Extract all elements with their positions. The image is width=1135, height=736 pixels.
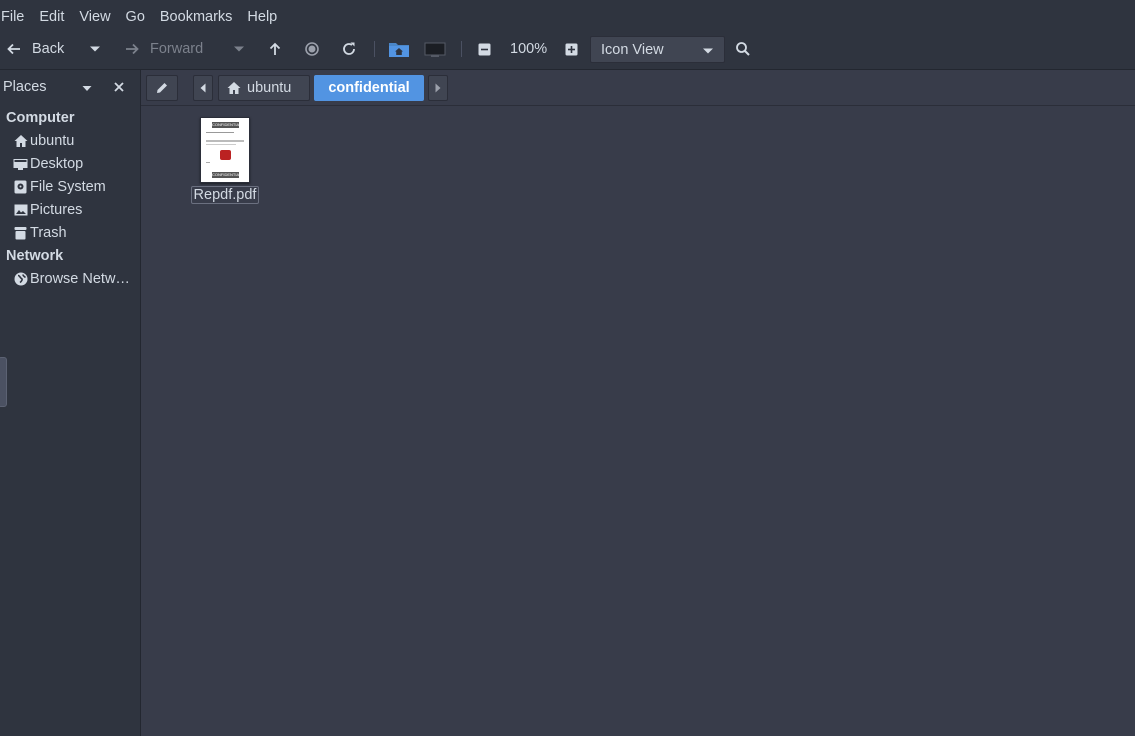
desktop-icon <box>13 157 28 172</box>
toolbar-separator <box>374 41 375 57</box>
thumb-footer: CONFIDENTIAL <box>212 172 239 178</box>
stop-icon <box>305 42 319 56</box>
sidebar-item-desktop[interactable]: Desktop <box>13 154 83 174</box>
caret-down-icon <box>90 46 100 52</box>
reload-button[interactable] <box>341 34 357 64</box>
stop-button[interactable] <box>304 34 320 64</box>
pictures-icon <box>13 203 28 218</box>
menu-view[interactable]: View <box>79 9 117 25</box>
computer-icon <box>424 42 446 57</box>
file-item[interactable]: CONFIDENTIAL CONFIDENTIAL Repdf.pdf <box>189 117 261 204</box>
sidebar-item-browse-network[interactable]: Browse Netw… <box>13 269 130 289</box>
menu-go[interactable]: Go <box>126 9 152 25</box>
computer-button[interactable] <box>424 34 446 64</box>
breadcrumb-scroll-right[interactable] <box>428 75 448 101</box>
breadcrumb-confidential[interactable]: confidential <box>314 75 424 101</box>
close-icon[interactable] <box>113 81 125 93</box>
menubar: File Edit View Go Bookmarks Help <box>0 0 1135 34</box>
reload-icon <box>343 42 355 55</box>
menu-file[interactable]: File <box>0 9 31 25</box>
sidebar-item-pictures[interactable]: Pictures <box>13 200 82 220</box>
zoom-in-icon <box>565 43 578 55</box>
thumb-line <box>206 132 234 133</box>
arrow-left-icon <box>7 43 20 55</box>
home-icon <box>227 82 241 94</box>
toolbar: Back Forward 100% Icon View <box>0 34 1135 70</box>
home-folder-button[interactable] <box>388 34 410 64</box>
sidebar-item-label: Desktop <box>30 156 84 172</box>
sidebar-item-trash[interactable]: Trash <box>13 223 67 243</box>
up-button[interactable] <box>267 34 283 64</box>
menu-edit[interactable]: Edit <box>39 9 71 25</box>
sidebar-item-label: Trash <box>30 225 67 241</box>
zoom-level[interactable]: 100% <box>510 34 547 64</box>
breadcrumb-label: confidential <box>328 80 410 96</box>
back-button[interactable]: Back <box>6 34 64 64</box>
sidebar-item-file-system[interactable]: File System <box>13 177 106 197</box>
pane-resize-handle[interactable] <box>0 357 7 407</box>
sidebar-item-label: ubuntu <box>30 133 75 149</box>
home-icon <box>13 134 28 149</box>
thumb-header: CONFIDENTIAL <box>212 122 239 128</box>
view-mode-label: Icon View <box>601 41 664 58</box>
edit-location-button[interactable] <box>146 75 178 101</box>
breadcrumb-ubuntu[interactable]: ubuntu <box>218 75 310 101</box>
computer-heading: Computer <box>6 110 75 126</box>
zoom-in-button[interactable] <box>565 34 578 64</box>
forward-history-dropdown[interactable] <box>233 34 245 64</box>
back-label: Back <box>32 41 65 57</box>
chevron-down-icon <box>703 48 713 54</box>
search-icon <box>736 42 750 56</box>
places-dropdown-icon[interactable] <box>82 85 92 92</box>
zoom-out-icon <box>478 43 491 55</box>
pdf-thumbnail: CONFIDENTIAL CONFIDENTIAL <box>200 117 250 183</box>
thumb-line <box>206 140 244 142</box>
arrow-up-icon <box>269 42 281 55</box>
drive-icon <box>13 180 28 195</box>
network-heading: Network <box>6 248 64 264</box>
places-header: Places <box>0 70 141 106</box>
pencil-icon <box>157 83 167 93</box>
toolbar-separator <box>461 41 462 57</box>
sidebar-item-label: File System <box>30 179 106 195</box>
breadcrumb-label: ubuntu <box>247 80 292 96</box>
sidebar-item-ubuntu[interactable]: ubuntu <box>13 131 74 151</box>
places-title[interactable]: Places <box>3 79 47 95</box>
arrow-right-icon <box>126 43 139 55</box>
sidebar-item-label: Browse Netw… <box>30 271 130 287</box>
location-bar: ubuntu confidential <box>141 70 1135 106</box>
home-folder-icon <box>389 43 409 57</box>
search-button[interactable] <box>735 34 751 64</box>
network-icon <box>13 272 28 287</box>
thumb-image <box>220 150 231 160</box>
forward-button[interactable]: Forward <box>124 34 203 64</box>
menu-bookmarks[interactable]: Bookmarks <box>160 9 240 25</box>
back-history-dropdown[interactable] <box>89 34 101 64</box>
sidebar: Places Computer ubuntu Desktop File Syst… <box>0 70 141 736</box>
forward-label: Forward <box>150 41 204 57</box>
chevron-left-icon <box>200 83 206 93</box>
menu-help[interactable]: Help <box>247 9 284 25</box>
sidebar-item-label: Pictures <box>30 202 83 218</box>
thumb-line <box>206 144 236 145</box>
trash-icon <box>13 226 28 241</box>
caret-down-icon <box>234 46 244 52</box>
file-view[interactable]: CONFIDENTIAL CONFIDENTIAL Repdf.pdf <box>141 107 1135 736</box>
thumb-line <box>206 162 210 163</box>
chevron-right-icon <box>435 83 441 93</box>
view-mode-select[interactable]: Icon View <box>590 36 725 63</box>
breadcrumb-scroll-left[interactable] <box>193 75 213 101</box>
zoom-out-button[interactable] <box>478 34 491 64</box>
file-name: Repdf.pdf <box>190 186 260 204</box>
